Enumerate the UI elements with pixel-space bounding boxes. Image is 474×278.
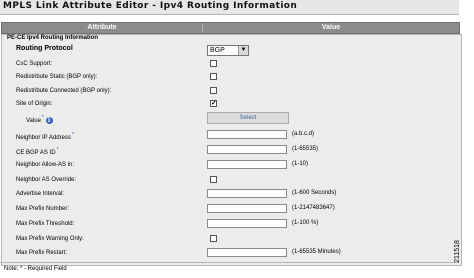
neighbor-ip-hint: (a.b.c.d) bbox=[292, 131, 315, 137]
section-title: PE-CE Ipv4 Routing Information bbox=[7, 35, 98, 41]
footer-divider bbox=[0, 262, 459, 263]
ce-bgp-as-id-label: CE BGP AS ID bbox=[16, 150, 56, 156]
row-redistribute-static: Redistribute Static (BGP only): bbox=[2, 72, 461, 83]
required-mark: * bbox=[71, 132, 74, 138]
window-title-bar: MPLS Link Attribute Editor - Ipv4 Routin… bbox=[0, 0, 459, 15]
site-of-origin-checkbox[interactable]: ✓ bbox=[210, 100, 217, 107]
max-prefix-number-input[interactable] bbox=[207, 204, 287, 213]
row-neighbor-allow-as: Neighbor Allow-AS in: (1-10) bbox=[2, 160, 461, 171]
column-header-value: Value bbox=[321, 24, 341, 31]
row-soo-value: Value* i Select bbox=[2, 112, 461, 126]
attribute-table: PE-CE Ipv4 Routing Information Routing P… bbox=[1, 34, 462, 266]
figure-id-text: 211518 bbox=[453, 240, 461, 263]
row-csc-support: CsC Support: bbox=[2, 59, 461, 70]
row-site-of-origin: Site of Origin: ✓ bbox=[2, 99, 461, 110]
max-prefix-restart-label: Max Prefix Restart: bbox=[16, 250, 68, 256]
redistribute-connected-label: Redistribute Connected (BGP only): bbox=[16, 88, 112, 94]
neighbor-allow-as-hint: (1-10) bbox=[292, 161, 309, 167]
row-neighbor-as-override: Neighbor AS Override: bbox=[2, 175, 461, 186]
max-prefix-restart-hint: (1-65535 Minutes) bbox=[292, 249, 341, 255]
neighbor-as-override-label: Neighbor AS Override: bbox=[16, 177, 77, 183]
routing-protocol-select[interactable]: BGP ▼ bbox=[207, 45, 249, 56]
required-field-note: Note: * - Required Field bbox=[4, 266, 67, 272]
neighbor-ip-label-group: Neighbor IP Address* bbox=[16, 131, 74, 142]
max-prefix-threshold-label: Max Prefix Threshold: bbox=[16, 221, 75, 227]
required-mark: * bbox=[41, 115, 44, 121]
routing-protocol-selected: BGP bbox=[210, 47, 225, 54]
soo-value-label: Value bbox=[26, 118, 41, 124]
csc-support-label: CsC Support: bbox=[16, 61, 53, 67]
max-prefix-number-label: Max Prefix Number: bbox=[16, 206, 70, 212]
ce-bgp-as-id-hint: (1-65535) bbox=[292, 146, 319, 152]
ce-bgp-as-id-label-group: CE BGP AS ID* bbox=[16, 146, 59, 157]
max-prefix-warning-only-checkbox[interactable] bbox=[210, 235, 217, 242]
max-prefix-threshold-input[interactable] bbox=[207, 219, 287, 228]
neighbor-ip-label: Neighbor IP Address bbox=[16, 135, 71, 141]
select-soo-button[interactable]: Select bbox=[207, 112, 289, 124]
chevron-down-icon: ▼ bbox=[238, 46, 248, 55]
row-routing-protocol: Routing Protocol BGP ▼ bbox=[2, 45, 461, 56]
advertise-interval-label: Advertise Interval: bbox=[16, 191, 65, 197]
table-header: Attribute Value bbox=[1, 22, 460, 34]
max-prefix-restart-input[interactable] bbox=[207, 248, 287, 257]
max-prefix-threshold-hint: (1-100 %) bbox=[292, 220, 319, 226]
neighbor-as-override-checkbox[interactable] bbox=[210, 176, 217, 183]
row-max-prefix-threshold: Max Prefix Threshold: (1-100 %) bbox=[2, 219, 461, 230]
page-title: MPLS Link Attribute Editor - Ipv4 Routin… bbox=[3, 1, 298, 11]
figure-id: 211518 bbox=[454, 234, 474, 270]
max-prefix-number-hint: (1-2147483647) bbox=[292, 205, 335, 211]
row-advertise-interval: Advertise Interval: (1-600 Seconds) bbox=[2, 189, 461, 200]
neighbor-ip-input[interactable] bbox=[207, 130, 287, 139]
row-neighbor-ip: Neighbor IP Address* (a.b.c.d) bbox=[2, 130, 461, 141]
row-max-prefix-warning-only: Max Prefix Warning Only: bbox=[2, 234, 461, 245]
ce-bgp-as-id-input[interactable] bbox=[207, 145, 287, 154]
advertise-interval-hint: (1-600 Seconds) bbox=[292, 190, 337, 196]
max-prefix-warning-only-label: Max Prefix Warning Only: bbox=[16, 236, 84, 242]
column-header-attribute: Attribute bbox=[2, 23, 203, 33]
row-ce-bgp-as-id: CE BGP AS ID* (1-65535) bbox=[2, 145, 461, 156]
row-max-prefix-number: Max Prefix Number: (1-2147483647) bbox=[2, 204, 461, 215]
redistribute-connected-checkbox[interactable] bbox=[210, 87, 217, 94]
advertise-interval-input[interactable] bbox=[207, 189, 287, 198]
csc-support-checkbox[interactable] bbox=[210, 60, 217, 67]
redistribute-static-checkbox[interactable] bbox=[210, 73, 217, 80]
routing-protocol-label: Routing Protocol bbox=[16, 45, 73, 52]
site-of-origin-label: Site of Origin: bbox=[16, 101, 53, 107]
neighbor-allow-as-label: Neighbor Allow-AS in: bbox=[16, 162, 75, 168]
redistribute-static-label: Redistribute Static (BGP only): bbox=[16, 74, 98, 80]
soo-value-label-group: Value* i bbox=[26, 114, 53, 125]
required-mark: * bbox=[56, 147, 59, 153]
neighbor-allow-as-input[interactable] bbox=[207, 160, 287, 169]
row-redistribute-connected: Redistribute Connected (BGP only): bbox=[2, 86, 461, 97]
row-max-prefix-restart: Max Prefix Restart: (1-65535 Minutes) bbox=[2, 248, 461, 259]
info-circle-icon[interactable]: i bbox=[45, 116, 53, 124]
